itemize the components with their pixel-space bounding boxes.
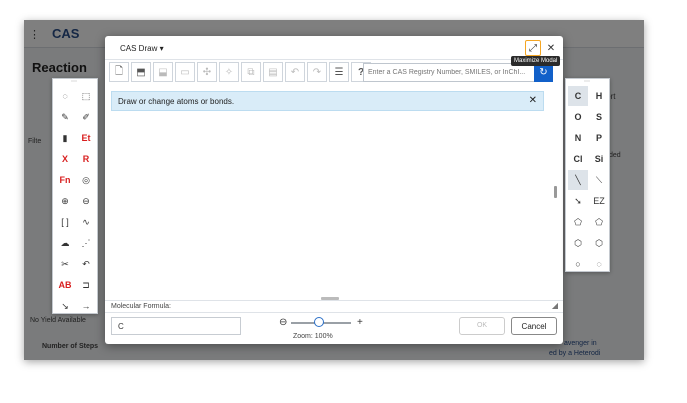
eraser-icon[interactable]: ✐ [76, 107, 96, 127]
cas-draw-tab[interactable]: CAS Draw ▾ [113, 41, 171, 58]
resize-handle-icon[interactable]: ◢ [552, 301, 558, 310]
zoom-label: Zoom: 100% [293, 333, 333, 340]
banner-text: Draw or change atoms or bonds. [118, 97, 235, 106]
oxygen-element[interactable]: O [568, 107, 588, 127]
zoom-slider-handle[interactable] [314, 317, 324, 327]
lasso-icon[interactable]: ✣ [197, 62, 217, 82]
nitrogen-element[interactable]: N [568, 128, 588, 148]
marquee-select-icon[interactable]: ⬚ [76, 86, 96, 106]
bond-dash-icon[interactable]: ⋰ [76, 233, 96, 253]
scissors-icon[interactable]: ✂ [55, 254, 75, 274]
ab-label[interactable]: AB [55, 275, 75, 295]
drawing-canvas[interactable] [105, 116, 552, 300]
maximize-tooltip: Maximize Modal [511, 56, 561, 66]
modal-header: CAS Draw ▾ ⤢ ✕ [105, 36, 563, 60]
ring-bond-icon[interactable]: ◎ [76, 170, 96, 190]
clipboard-icon[interactable]: ▭ [175, 62, 195, 82]
ok-button[interactable]: OK [459, 317, 505, 335]
molecular-formula-label: Molecular Formula: [105, 300, 563, 312]
wedge-bond-icon[interactable]: ➘ [568, 191, 588, 211]
export-icon[interactable]: ⬓ [153, 62, 173, 82]
banner-close-icon[interactable]: ✕ [529, 95, 537, 106]
mapping-icon[interactable]: ⊐ [76, 275, 96, 295]
close-icon[interactable]: ✕ [543, 40, 559, 56]
canvas-scrollbar-vertical[interactable] [554, 186, 557, 198]
maximize-icon[interactable]: ⤢ [525, 40, 541, 56]
zoom-in-icon[interactable]: + [357, 318, 363, 328]
modal-footer: C ⊖ + Zoom: 100% OK Cancel [105, 312, 563, 344]
right-element-palette: ⋯ C H O S N P Cl Si ╲ ⟍ ➘ EZ ⬠ ⬠ ⬡ ⬡ ○ ◌ [565, 78, 610, 272]
cancel-button[interactable]: Cancel [511, 317, 557, 335]
structure-search-input[interactable] [363, 63, 535, 82]
redo-icon[interactable]: ↷ [307, 62, 327, 82]
curved-arrow-icon[interactable]: ↶ [76, 254, 96, 274]
hydrogen-element[interactable]: H [589, 86, 609, 106]
settings-icon[interactable]: ☰ [329, 62, 349, 82]
carbon-element[interactable]: C [568, 86, 588, 106]
zoom-out-icon[interactable]: ⊖ [279, 318, 287, 328]
bracket-icon[interactable]: [ ] [55, 212, 75, 232]
sulfur-element[interactable]: S [589, 107, 609, 127]
et-label[interactable]: Et [76, 128, 96, 148]
palette-drag-handle[interactable]: ⋯ [584, 79, 590, 85]
zoom-control: ⊖ + [279, 317, 365, 328]
ez-bond-icon[interactable]: EZ [589, 191, 609, 211]
bar-chart-icon[interactable]: ▮ [55, 128, 75, 148]
paste-icon[interactable]: ▤ [263, 62, 283, 82]
cas-draw-modal: CAS Draw ▾ ⤢ ✕ 🗋 ⬒ ⬓ ▭ ✣ ✧ ⧉ ▤ ↶ ↷ ☰ ? ↻… [105, 36, 563, 344]
cyclopentadiene-icon[interactable]: ⬠ [589, 212, 609, 232]
info-banner: Draw or change atoms or bonds. ✕ [111, 91, 544, 111]
element-field[interactable]: C [111, 317, 241, 335]
r-label[interactable]: R [76, 149, 96, 169]
reaction-arrow-icon[interactable]: → [76, 296, 96, 316]
phosphorus-element[interactable]: P [589, 128, 609, 148]
fn-label[interactable]: Fn [55, 170, 75, 190]
new-file-icon[interactable]: 🗋 [109, 62, 129, 82]
draw-toolbar: 🗋 ⬒ ⬓ ▭ ✣ ✧ ⧉ ▤ ↶ ↷ ☰ ? [109, 62, 371, 84]
clean-icon[interactable]: ✧ [219, 62, 239, 82]
chlorine-element[interactable]: Cl [568, 149, 588, 169]
plus-charge-icon[interactable]: ⊕ [55, 191, 75, 211]
cyclopentane-icon[interactable]: ⬠ [568, 212, 588, 232]
left-tool-palette: ⋯ ◌ ⬚ ✎ ✐ ▮ Et X R Fn ◎ ⊕ ⊖[ ] ∿ ☁ ⋰ ✂ ↶ AB ⊐ ↘ → [52, 78, 98, 314]
benzene-icon[interactable]: ⬡ [589, 233, 609, 253]
single-bond-icon[interactable]: ╲ [568, 170, 588, 190]
undo-icon[interactable]: ↶ [285, 62, 305, 82]
silicon-element[interactable]: Si [589, 149, 609, 169]
insert-icon[interactable]: ⬒ [131, 62, 151, 82]
multi-bond-icon[interactable]: ⟍ [589, 170, 609, 190]
ring-icon[interactable]: ○ [568, 254, 588, 274]
ring-custom-icon[interactable]: ◌ [589, 254, 609, 274]
cyclohexane-icon[interactable]: ⬡ [568, 233, 588, 253]
copy-icon[interactable]: ⧉ [241, 62, 261, 82]
cloud-icon[interactable]: ☁ [55, 233, 75, 253]
x-label[interactable]: X [55, 149, 75, 169]
pencil-icon[interactable]: ✎ [55, 107, 75, 127]
lasso-icon[interactable]: ◌ [55, 86, 75, 106]
diagonal-arrow-icon[interactable]: ↘ [55, 296, 75, 316]
minus-charge-icon[interactable]: ⊖ [76, 191, 96, 211]
palette-drag-handle[interactable]: ⋯ [71, 79, 77, 85]
chain-icon[interactable]: ∿ [76, 212, 96, 232]
